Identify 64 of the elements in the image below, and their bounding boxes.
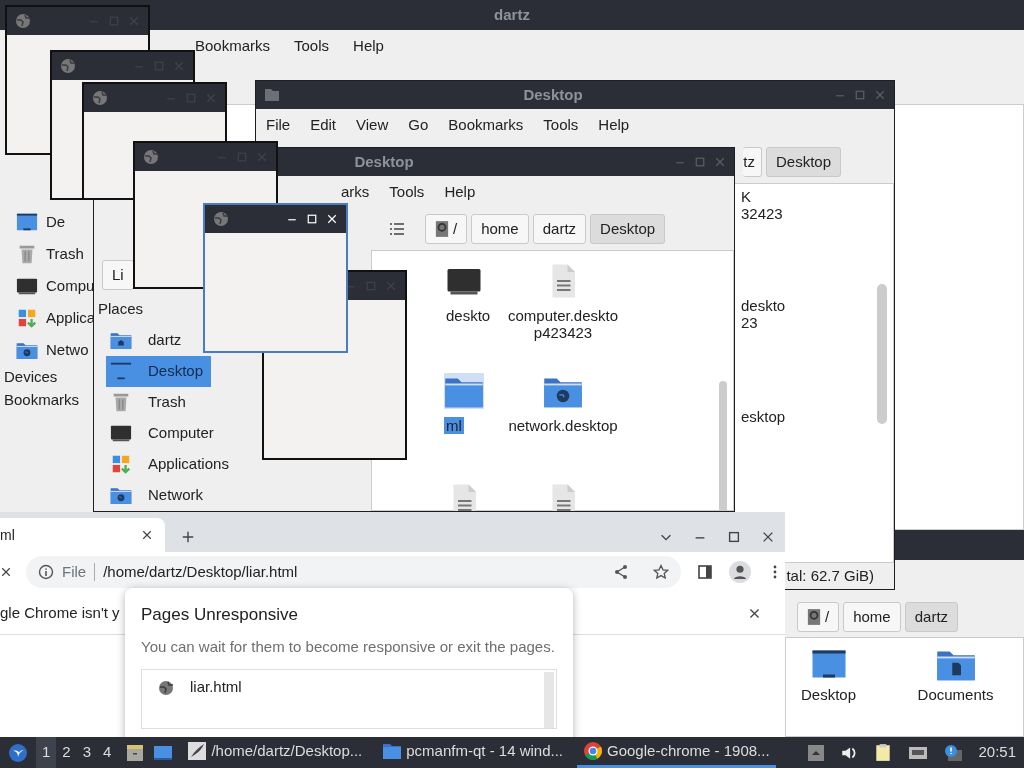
task-button[interactable]: Google-chrome - 1908... [577,737,776,768]
address-bar[interactable]: File /home/dartz/Desktop/liar.html [26,556,681,588]
file-name[interactable]: Documents [915,686,996,704]
sidebar-item[interactable]: Trash [106,386,194,418]
path-button[interactable]: Desktop [765,147,841,177]
dialog-title: Pages Unresponsive [141,604,299,626]
file-name[interactable]: computer.deskto p423423 [505,307,621,342]
file-name[interactable]: deskto 23 [739,297,788,332]
dialog-message: You can wait for them to become responsive or exit the pages. [141,636,556,657]
path-button[interactable]: home [843,602,901,632]
path-button[interactable]: dartz [532,214,587,244]
menu-item[interactable]: File [266,113,291,137]
path-button[interactable]: home [471,214,529,244]
menu-item[interactable]: Tools [294,34,330,58]
browser-tab[interactable]: ml [0,518,165,552]
menu-item[interactable]: Tools [389,180,425,204]
sidebar-tab[interactable]: Li [102,260,134,290]
task-button[interactable]: pcmanfm-qt - 14 wind... [376,737,569,768]
workspace-button[interactable]: 2 [56,737,77,768]
file-name[interactable]: esktop [739,408,788,426]
menu-item[interactable]: Edit [310,113,337,137]
sidebar-item[interactable]: De [0,206,95,238]
file-name[interactable]: ml [444,417,464,435]
workspace-button[interactable]: 3 [76,737,98,768]
window-title: dartz [494,4,530,25]
file-name[interactable]: deskto [444,307,493,325]
window-title: Desktop [354,151,414,172]
workspace-button[interactable]: 1 [36,737,57,768]
task-button[interactable]: /home/dartz/Desktop... [181,737,369,768]
menu-item[interactable]: Help [353,34,384,58]
sidebar-item[interactable]: Computer [106,417,222,449]
path-button[interactable]: Desktop [590,214,666,244]
infobar-text: gle Chrome isn't y [0,602,120,623]
menu-item[interactable]: Bookmarks [195,34,271,58]
path-button[interactable]: / [797,602,840,632]
path-button[interactable]: dartz [904,602,959,632]
file-name[interactable]: network.desktop [506,417,620,435]
window-title: Desktop [523,84,583,105]
sidebar-item[interactable]: dartz [106,324,190,356]
sidebar-item[interactable]: Applications [106,448,237,480]
file-name[interactable]: Desktop [799,686,858,704]
menu-item[interactable]: Help [598,113,630,137]
workspace-button[interactable]: 4 [97,737,118,768]
sidebar-item[interactable]: Desktop [106,355,212,387]
clock: 20:51 [978,742,1016,763]
path-button[interactable]: / [425,214,468,244]
menu-item[interactable]: Bookmarks [448,113,524,137]
menu-item[interactable]: Go [408,113,429,137]
page-name: liar.html [190,677,242,698]
menu-item[interactable]: Tools [543,113,579,137]
file-name[interactable]: K 32423 [739,188,785,223]
menu-item[interactable]: View [356,113,389,137]
sidebar-item[interactable]: Network [106,479,211,511]
sidebar-heading[interactable]: Devices [0,366,95,389]
menu-item[interactable]: Help [444,180,476,204]
sidebar-item[interactable]: Netwo [0,334,95,366]
status-text: tal: 62.7 GiB) [786,565,874,586]
path-button[interactable]: tz [743,147,762,177]
menu-item[interactable]: arks [341,180,370,204]
sidebar-item[interactable]: Trash [0,238,95,270]
sidebar-heading[interactable]: Bookmarks [0,389,95,412]
sidebar-item[interactable]: Applica [0,302,95,334]
section-heading: Places [97,299,145,319]
sidebar-item[interactable]: Compu [0,270,95,302]
